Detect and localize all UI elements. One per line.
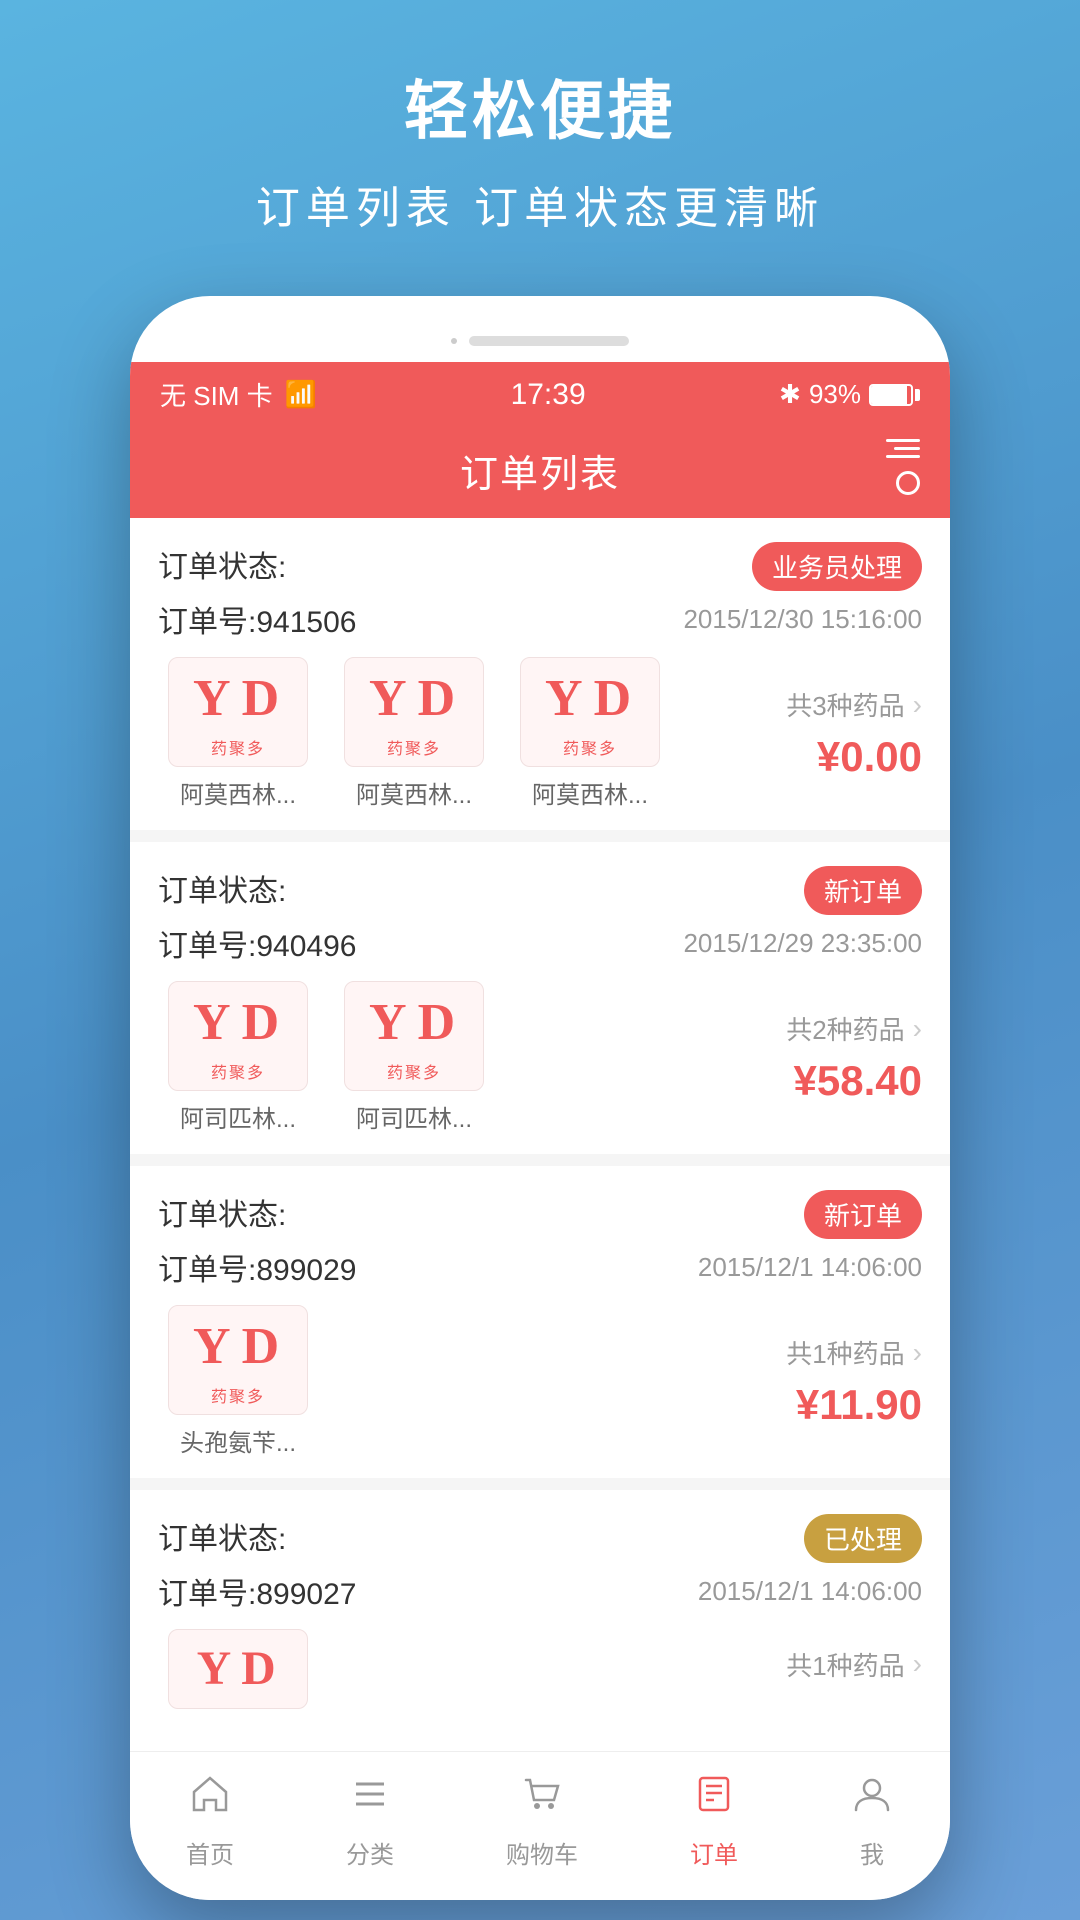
order-card-1[interactable]: 订单状态: 业务员处理 订单号:941506 2015/12/30 15:16:… <box>130 518 950 830</box>
product-name: 阿莫西林... <box>532 775 648 810</box>
product-item: Y D 药聚多 阿莫西林... <box>334 657 494 810</box>
user-icon <box>850 1772 894 1827</box>
status-bar: 无 SIM 卡 📶 17:39 ✱ 93% <box>130 362 950 427</box>
category-icon <box>348 1772 392 1827</box>
wifi-icon: 📶 <box>285 379 317 410</box>
svg-text:Y D: Y D <box>369 670 455 727</box>
order-card-4[interactable]: 订单状态: 已处理 订单号:899027 2015/12/1 14:06:00 … <box>130 1490 950 1739</box>
svg-text:Y D: Y D <box>369 994 455 1051</box>
product-item: Y D 药聚多 阿莫西林... <box>510 657 670 810</box>
product-count-4: 共1种药品 › <box>786 1646 922 1683</box>
product-name: 阿司匹林... <box>356 1099 472 1134</box>
nav-bar: 订单列表 <box>130 427 950 518</box>
order-badge-2: 新订单 <box>804 866 922 915</box>
nav-item-home[interactable]: 首页 <box>186 1772 234 1870</box>
order-number-3: 订单号:899029 <box>158 1245 356 1289</box>
product-list-1: Y D 药聚多 阿莫西林... Y D 药聚多 阿莫 <box>158 657 722 810</box>
order-date-4: 2015/12/1 14:06:00 <box>698 1576 922 1607</box>
filter-search-icon[interactable] <box>886 439 920 503</box>
order-right-1: 共3种药品 › ¥0.00 <box>722 686 922 781</box>
product-count-1: 共3种药品 › <box>786 686 922 723</box>
nav-title: 订单列表 <box>460 443 620 498</box>
nav-label-category: 分类 <box>346 1835 394 1870</box>
product-list-2: Y D 药聚多 阿司匹林... Y D 药聚多 阿司 <box>158 981 722 1134</box>
order-date-3: 2015/12/1 14:06:00 <box>698 1252 922 1283</box>
order-price-2: ¥58.40 <box>794 1057 922 1105</box>
product-logo: Y D 药聚多 <box>168 981 308 1091</box>
product-name: 阿莫西林... <box>356 775 472 810</box>
product-logo: Y D <box>168 1629 308 1709</box>
product-item: Y D 药聚多 阿司匹林... <box>158 981 318 1134</box>
hero-title: 轻松便捷 <box>404 60 676 152</box>
hero-subtitle: 订单列表 订单状态更清晰 <box>256 172 824 236</box>
product-item: Y D 药聚多 阿莫西林... <box>158 657 318 810</box>
phone-frame: 无 SIM 卡 📶 17:39 ✱ 93% 订单列表 <box>130 296 950 1900</box>
order-status-label-1: 订单状态: <box>158 542 286 586</box>
svg-text:Y D: Y D <box>545 670 631 727</box>
order-status-label-4: 订单状态: <box>158 1514 286 1558</box>
product-logo: Y D 药聚多 <box>344 981 484 1091</box>
phone-speaker-bar <box>469 336 629 346</box>
product-logo: Y D 药聚多 <box>168 1305 308 1415</box>
status-time: 17:39 <box>511 378 586 412</box>
order-right-3: 共1种药品 › ¥11.90 <box>722 1334 922 1429</box>
svg-text:Y D: Y D <box>197 1643 276 1695</box>
bluetooth-icon: ✱ <box>779 379 801 410</box>
home-icon <box>188 1772 232 1827</box>
svg-text:Y D: Y D <box>193 1318 279 1375</box>
product-name: 阿莫西林... <box>180 775 296 810</box>
nav-label-cart: 购物车 <box>506 1835 578 1870</box>
orders-list: 订单状态: 业务员处理 订单号:941506 2015/12/30 15:16:… <box>130 518 950 1739</box>
product-item: Y D 药聚多 阿司匹林... <box>334 981 494 1134</box>
order-date-1: 2015/12/30 15:16:00 <box>683 604 922 635</box>
phone-top <box>130 326 950 362</box>
product-item: Y D <box>158 1629 318 1709</box>
product-name: 阿司匹林... <box>180 1099 296 1134</box>
product-list-4: Y D <box>158 1629 722 1709</box>
order-status-label-3: 订单状态: <box>158 1190 286 1234</box>
product-logo: Y D 药聚多 <box>168 657 308 767</box>
cart-icon <box>520 1772 564 1827</box>
status-left: 无 SIM 卡 📶 <box>160 376 317 413</box>
battery-icon <box>869 384 920 406</box>
nav-label-me: 我 <box>860 1835 884 1870</box>
product-logo: Y D 药聚多 <box>520 657 660 767</box>
product-logo: Y D 药聚多 <box>344 657 484 767</box>
phone-speaker-dot <box>451 338 457 344</box>
product-count-2: 共2种药品 › <box>786 1010 922 1047</box>
order-price-3: ¥11.90 <box>796 1381 922 1429</box>
order-number-2: 订单号:940496 <box>158 921 356 965</box>
status-right: ✱ 93% <box>779 379 920 410</box>
nav-label-orders: 订单 <box>690 1835 738 1870</box>
nav-item-cart[interactable]: 购物车 <box>506 1772 578 1870</box>
order-number-4: 订单号:899027 <box>158 1569 356 1613</box>
order-price-1: ¥0.00 <box>817 733 922 781</box>
order-number-1: 订单号:941506 <box>158 597 356 641</box>
nav-item-me[interactable]: 我 <box>850 1772 894 1870</box>
order-card-2[interactable]: 订单状态: 新订单 订单号:940496 2015/12/29 23:35:00… <box>130 842 950 1154</box>
battery-percent: 93% <box>809 379 861 410</box>
nav-item-orders[interactable]: 订单 <box>690 1772 738 1870</box>
nav-label-home: 首页 <box>186 1835 234 1870</box>
order-badge-1: 业务员处理 <box>752 542 922 591</box>
product-count-3: 共1种药品 › <box>786 1334 922 1371</box>
svg-text:Y D: Y D <box>193 994 279 1051</box>
product-item: Y D 药聚多 头孢氨苄... <box>158 1305 318 1458</box>
product-list-3: Y D 药聚多 头孢氨苄... <box>158 1305 722 1458</box>
order-date-2: 2015/12/29 23:35:00 <box>683 928 922 959</box>
order-badge-4: 已处理 <box>804 1514 922 1563</box>
order-card-3[interactable]: 订单状态: 新订单 订单号:899029 2015/12/1 14:06:00 … <box>130 1166 950 1478</box>
product-name: 头孢氨苄... <box>180 1423 296 1458</box>
bottom-nav: 首页 分类 购物车 <box>130 1751 950 1900</box>
orders-icon <box>692 1772 736 1827</box>
svg-text:Y D: Y D <box>193 670 279 727</box>
order-status-label-2: 订单状态: <box>158 866 286 910</box>
order-badge-3: 新订单 <box>804 1190 922 1239</box>
order-right-2: 共2种药品 › ¥58.40 <box>722 1010 922 1105</box>
order-right-4: 共1种药品 › <box>722 1646 922 1693</box>
carrier-text: 无 SIM 卡 <box>160 376 273 413</box>
nav-item-category[interactable]: 分类 <box>346 1772 394 1870</box>
